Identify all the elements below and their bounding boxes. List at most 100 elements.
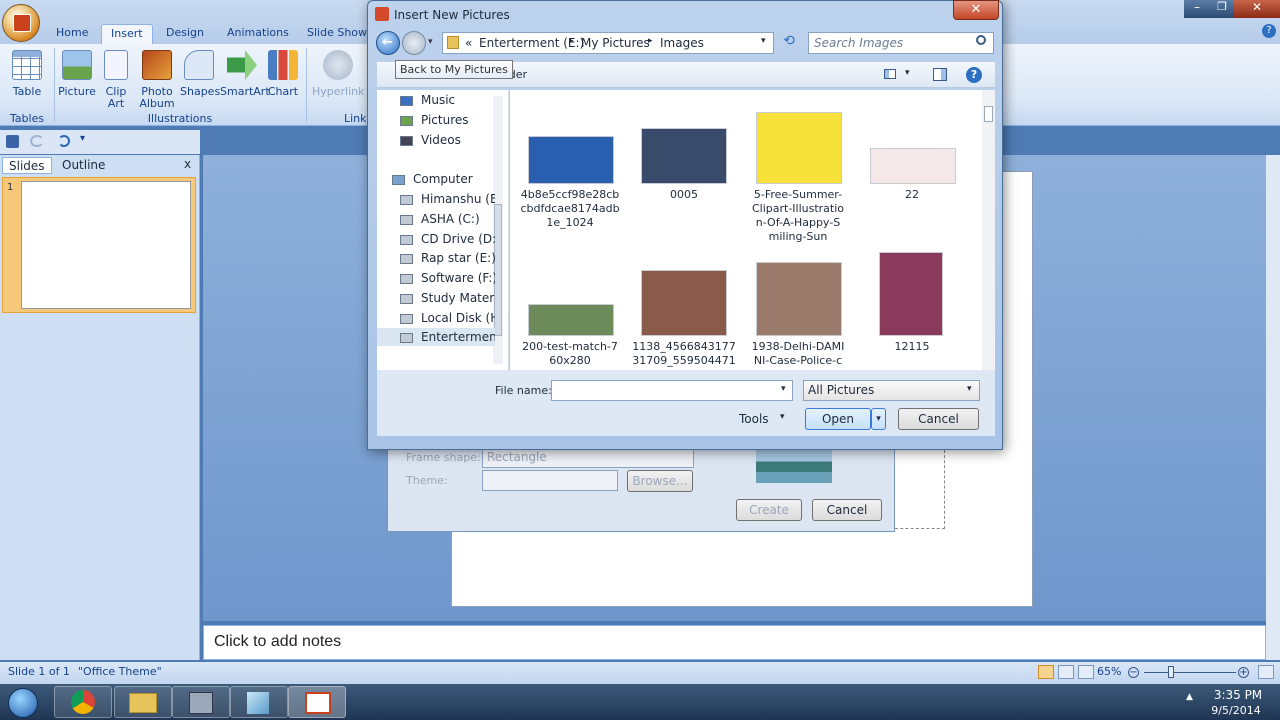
file-thumbnail[interactable] — [756, 112, 842, 184]
nav-item[interactable]: Study Material — [400, 289, 495, 307]
zoom-slider[interactable] — [1144, 672, 1236, 673]
tab-insert[interactable]: Insert — [101, 24, 153, 44]
save-icon[interactable] — [6, 135, 19, 148]
file-name[interactable]: 200-test-match-7 60x280 — [510, 340, 630, 368]
slide-sorter-view-icon[interactable] — [1058, 665, 1074, 679]
breadcrumb-separator-icon[interactable]: ▸ — [648, 36, 653, 46]
file-name[interactable]: 1138_4566843177 31709_559504471 — [624, 340, 744, 368]
breadcrumb-images[interactable]: Images — [660, 36, 704, 50]
zoom-out-icon[interactable]: − — [1128, 667, 1139, 678]
nav-item[interactable]: Videos — [400, 131, 495, 149]
nav-item[interactable]: Local Disk (H:) — [400, 309, 495, 327]
notes-pane[interactable]: Click to add notes — [203, 625, 1266, 660]
forward-button[interactable] — [402, 31, 426, 55]
clock-time[interactable]: 3:35 PM — [1210, 688, 1266, 702]
address-dropdown-icon[interactable]: ▾ — [761, 36, 766, 46]
file-scrollbar-thumb[interactable] — [984, 106, 993, 122]
file-type-select[interactable]: All Pictures — [803, 380, 980, 401]
nav-item[interactable]: ASHA (C:) — [400, 210, 495, 228]
theme-field[interactable] — [482, 470, 618, 491]
hyperlink-button[interactable]: Hyperlink — [312, 50, 365, 98]
nav-scrollbar-thumb[interactable] — [494, 204, 502, 336]
nav-item[interactable]: Enterterment ( — [377, 328, 495, 346]
create-button[interactable]: Create — [736, 499, 802, 521]
chart-button[interactable]: Chart — [266, 50, 300, 98]
file-scrollbar[interactable] — [982, 90, 995, 370]
breadcrumb-separator-icon[interactable]: ▸ — [569, 36, 574, 46]
close-dialog-button[interactable]: ✕ — [953, 0, 999, 20]
file-thumbnail[interactable] — [870, 148, 956, 184]
file-thumbnail[interactable] — [641, 270, 727, 336]
nav-item[interactable]: CD Drive (D:) — [400, 230, 495, 248]
normal-view-icon[interactable] — [1038, 665, 1054, 679]
taskbar-explorer[interactable] — [114, 686, 172, 718]
search-input[interactable]: Search Images — [808, 32, 994, 54]
taskbar-app[interactable] — [230, 686, 288, 718]
tab-design[interactable]: Design — [157, 24, 213, 44]
file-name-dropdown-icon[interactable]: ▾ — [781, 384, 786, 394]
undo-icon[interactable] — [30, 135, 44, 147]
shapes-button[interactable]: Shapes — [180, 50, 220, 98]
close-window-button[interactable]: ✕ — [1234, 0, 1280, 18]
recent-pages-dropdown-icon[interactable]: ▾ — [428, 37, 433, 47]
address-bar[interactable]: « Enterterment (E:) ▸ My Pictures ▸ Imag… — [442, 32, 774, 54]
help-icon[interactable]: ? — [966, 67, 982, 83]
tab-animations[interactable]: Animations — [218, 24, 298, 44]
clock-date[interactable]: 9/5/2014 — [1206, 704, 1266, 717]
file-name[interactable]: 22 — [852, 188, 972, 202]
minimize-window-button[interactable]: – — [1184, 0, 1210, 18]
cancel-button[interactable]: Cancel — [898, 408, 979, 430]
start-button[interactable] — [8, 688, 38, 718]
ppt-help-icon[interactable]: ? — [1262, 24, 1276, 38]
tab-slides[interactable]: Slides — [2, 157, 52, 174]
zoom-slider-thumb[interactable] — [1168, 666, 1174, 678]
view-dropdown-icon[interactable]: ▾ — [905, 68, 910, 78]
smartart-button[interactable]: SmartArt — [220, 50, 270, 98]
frame-shape-select[interactable]: Rectangle — [482, 447, 694, 468]
file-thumbnail[interactable] — [528, 304, 614, 336]
open-dropdown-button[interactable]: ▾ — [871, 408, 886, 430]
restore-window-button[interactable]: ❐ — [1210, 0, 1234, 18]
nav-item[interactable]: Music — [400, 91, 495, 109]
album-cancel-button[interactable]: Cancel — [812, 499, 882, 521]
file-thumbnail[interactable] — [756, 262, 842, 336]
photo-album-button[interactable]: Photo Album — [136, 50, 178, 110]
clip-art-button[interactable]: Clip Art — [100, 50, 132, 110]
customize-qat-icon[interactable]: ▾ — [80, 133, 85, 144]
nav-item[interactable]: Software (F:) — [400, 269, 495, 287]
nav-item[interactable]: Himanshu (B:) — [400, 190, 495, 208]
picture-button[interactable]: Picture — [56, 50, 98, 98]
refresh-icon[interactable]: ⟲ — [778, 33, 800, 53]
file-thumbnail[interactable] — [641, 128, 727, 184]
file-name[interactable]: 4b8e5ccf98e28cb cbdfdcae8174adb 1e_1024 — [510, 188, 630, 230]
zoom-level[interactable]: 65% — [1097, 662, 1121, 682]
zoom-in-icon[interactable]: + — [1238, 667, 1249, 678]
file-thumbnail[interactable] — [528, 136, 614, 184]
back-button[interactable]: ← — [376, 31, 400, 55]
repeat-icon[interactable] — [58, 135, 70, 147]
tab-outline[interactable]: Outline — [56, 157, 111, 174]
open-button[interactable]: Open — [805, 408, 871, 430]
tab-slide-show[interactable]: Slide Show — [298, 24, 376, 44]
nav-item[interactable]: Rap star (E:) — [400, 249, 495, 267]
nav-item[interactable]: Computer — [392, 170, 495, 188]
slide-show-view-icon[interactable] — [1078, 665, 1094, 679]
file-name[interactable]: 1938-Delhi-DAMI NI-Case-Police-c — [738, 340, 858, 368]
vertical-scrollbar[interactable] — [1266, 155, 1280, 660]
file-name[interactable]: 0005 — [624, 188, 744, 202]
tab-home[interactable]: Home — [47, 24, 97, 44]
tools-dropdown-icon[interactable]: ▾ — [780, 412, 785, 422]
office-button[interactable] — [2, 4, 40, 42]
preview-pane-icon[interactable] — [933, 68, 947, 81]
search-icon[interactable] — [976, 35, 986, 45]
file-type-dropdown-icon[interactable]: ▾ — [967, 384, 972, 394]
browse-button[interactable]: Browse... — [627, 470, 693, 492]
file-name[interactable]: 5-Free-Summer- Clipart-Illustratio n-Of-… — [738, 188, 858, 244]
breadcrumb-my-pictures[interactable]: My Pictures — [581, 36, 650, 50]
file-name[interactable]: 12115 — [852, 340, 972, 354]
table-button[interactable]: Table — [8, 50, 46, 98]
file-thumbnail[interactable] — [879, 252, 943, 336]
taskbar-app[interactable] — [172, 686, 230, 718]
file-name-input[interactable] — [551, 380, 793, 401]
slide-thumbnail-selected[interactable]: 1 — [2, 177, 196, 313]
